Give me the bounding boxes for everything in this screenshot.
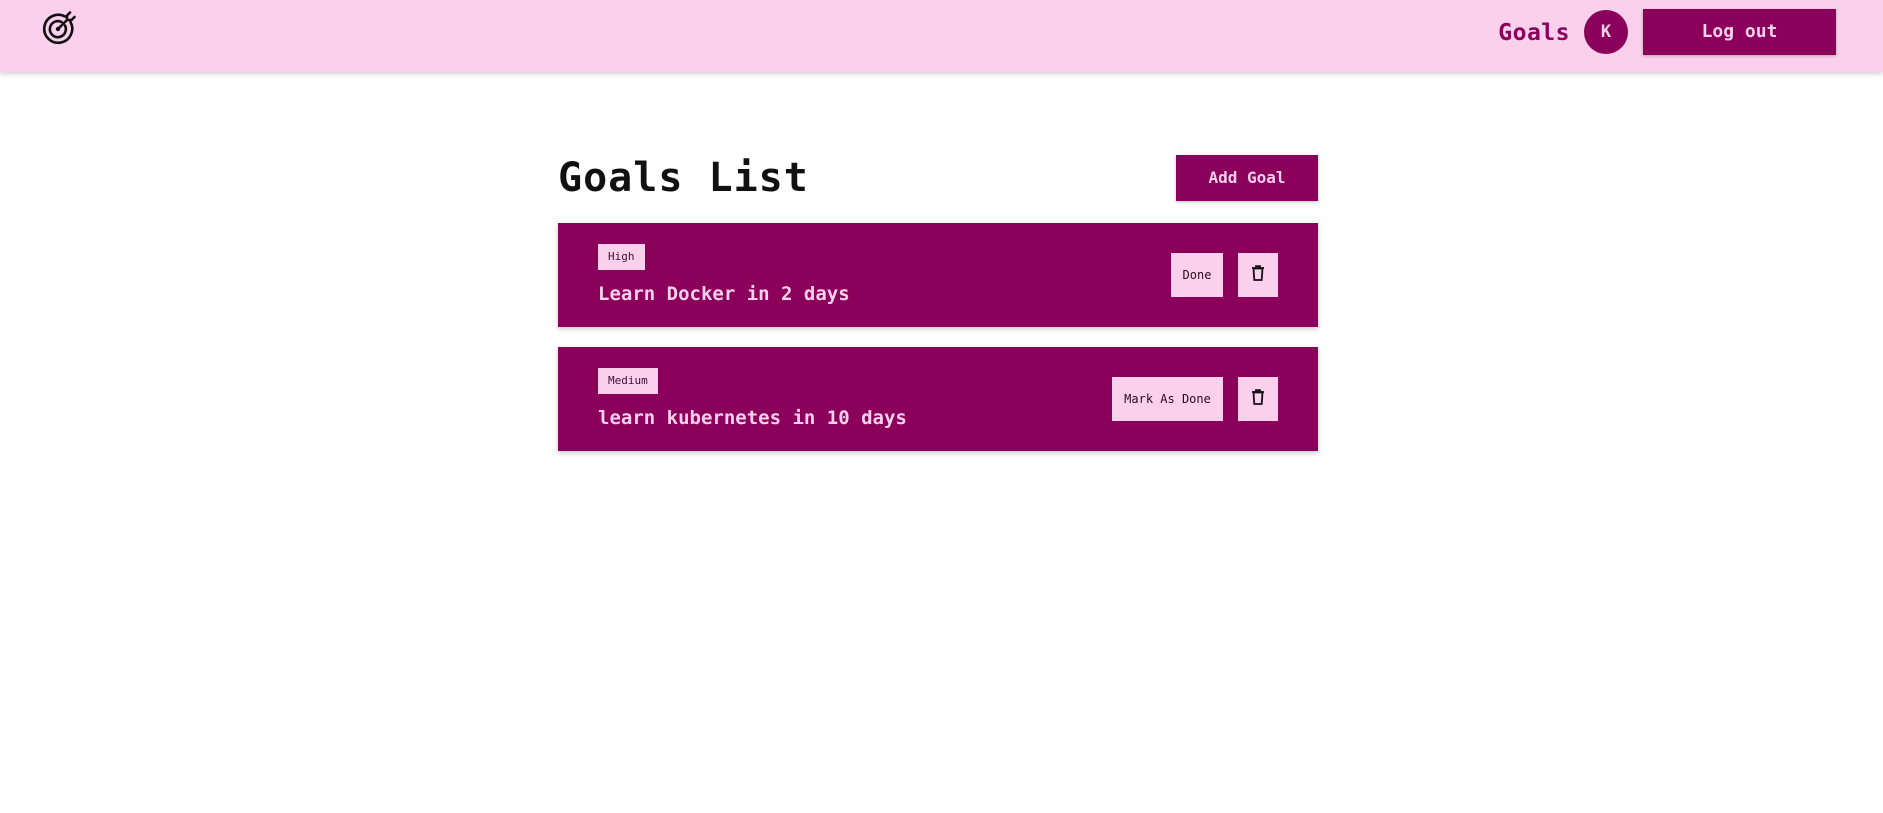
target-icon[interactable]	[40, 11, 76, 47]
nav-link-goals[interactable]: Goals	[1460, 16, 1570, 50]
delete-button[interactable]	[1238, 253, 1278, 297]
goal-title: learn kubernetes in 10 days	[598, 407, 907, 429]
logout-button[interactable]: Log out	[1643, 9, 1836, 55]
page-title: Goals List	[558, 155, 809, 201]
top-navbar: Goals K Log out	[0, 0, 1883, 72]
goal-title: Learn Docker in 2 days	[598, 283, 850, 305]
add-goal-button[interactable]: Add Goal	[1176, 155, 1318, 201]
priority-badge: High	[598, 244, 645, 270]
delete-button[interactable]	[1238, 377, 1278, 421]
avatar[interactable]: K	[1584, 10, 1628, 54]
done-button[interactable]: Done	[1171, 253, 1223, 297]
goal-card: High Learn Docker in 2 days Done	[558, 223, 1318, 327]
mark-as-done-button[interactable]: Mark As Done	[1112, 377, 1223, 421]
trash-icon	[1252, 265, 1264, 281]
priority-badge: Medium	[598, 368, 658, 394]
trash-icon	[1252, 389, 1264, 405]
goal-card: Medium learn kubernetes in 10 days Mark …	[558, 347, 1318, 451]
